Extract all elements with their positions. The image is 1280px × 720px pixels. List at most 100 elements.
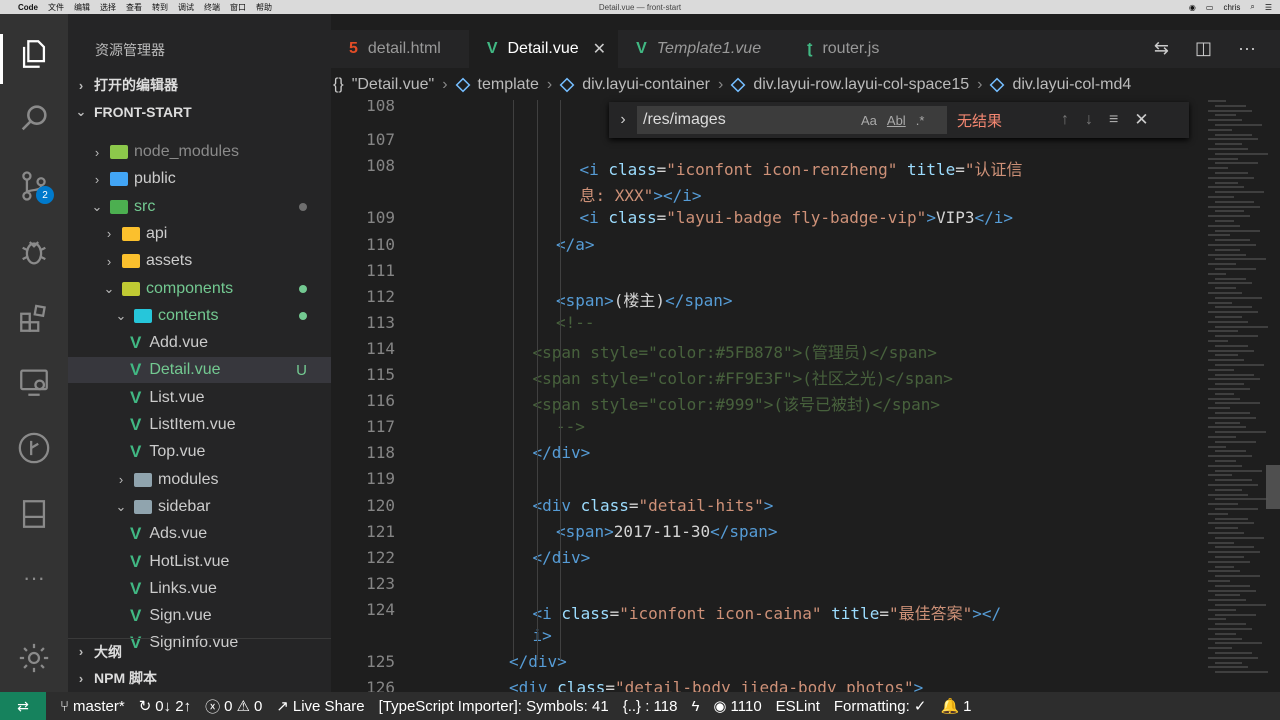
file-item[interactable]: V Add.vue xyxy=(68,330,331,356)
code-line[interactable]: <div class="detail-hits"> xyxy=(533,496,774,515)
source-control-icon[interactable]: 2 xyxy=(14,166,54,206)
git-branch[interactable]: ⑂ master* xyxy=(60,698,125,715)
code-line[interactable]: <!-- xyxy=(556,313,595,332)
menu-user[interactable]: chris xyxy=(1223,3,1240,12)
menu-item[interactable]: 调试 xyxy=(178,2,194,13)
code-editor[interactable]: 108 107 108 <i class="iconfont icon-renzhen… xyxy=(331,100,1280,692)
menu-item[interactable]: 编辑 xyxy=(74,2,90,13)
code-line[interactable]: <i class="iconfont icon-caina" title="最佳… xyxy=(533,600,1002,624)
eslint-status[interactable]: ESLint xyxy=(776,698,820,715)
open-changes-icon[interactable]: ⇆ xyxy=(1154,38,1169,59)
remote-explorer-icon[interactable] xyxy=(14,362,54,402)
remote-indicator-icon[interactable]: ⇄ xyxy=(0,692,46,720)
problems-status[interactable]: ⓧ 0 ⚠ 0 xyxy=(205,696,262,717)
file-item[interactable]: V Sign.vue xyxy=(68,603,331,629)
next-match-icon[interactable]: ↓ xyxy=(1085,111,1093,129)
file-item[interactable]: V Ads.vue xyxy=(68,521,331,547)
symbols-count[interactable]: {..} : 118 xyxy=(623,698,678,715)
tab-router-js[interactable]: ʈ router.js xyxy=(789,30,907,68)
file-item[interactable]: V List.vue xyxy=(68,385,331,411)
menu-item[interactable]: 查看 xyxy=(126,2,142,13)
folder-item[interactable]: › api xyxy=(68,221,331,247)
code-line[interactable]: <i class="iconfont icon-renzheng" title=… xyxy=(580,156,1023,180)
sync-status[interactable]: ↻ 0↓ 2↑ xyxy=(139,697,191,716)
folder-item[interactable]: › node_modules xyxy=(68,139,331,165)
menu-app-name[interactable]: Code xyxy=(18,3,38,12)
bookmark-icon[interactable] xyxy=(14,494,54,534)
folder-item[interactable]: ⌄ src xyxy=(68,194,331,220)
battery-icon[interactable]: ▭ xyxy=(1206,3,1214,12)
code-line[interactable]: <span style="color:#5FB878">(管理员)</span> xyxy=(533,339,937,363)
ts-importer-status[interactable]: [TypeScript Importer]: Symbols: 41 xyxy=(379,698,609,715)
toggle-replace-icon[interactable]: › xyxy=(609,111,637,129)
folder-item[interactable]: › modules xyxy=(68,467,331,493)
folder-item[interactable]: ⌄ contents xyxy=(68,303,331,329)
search-icon[interactable] xyxy=(14,98,54,138)
folder-item[interactable]: › assets xyxy=(68,248,331,274)
code-line[interactable]: </div> xyxy=(533,443,591,462)
code-line[interactable]: 息: XXX"></i> xyxy=(580,182,702,206)
breadcrumb-item[interactable]: div.layui-row.layui-col-space15 xyxy=(753,76,969,94)
breadcrumb-item[interactable]: template xyxy=(478,76,539,94)
file-item[interactable]: V ListItem.vue xyxy=(68,412,331,438)
wifi-icon[interactable]: ◉ xyxy=(1189,3,1196,12)
close-icon[interactable]: ✕ xyxy=(1134,110,1148,130)
code-line[interactable]: i> xyxy=(533,626,552,645)
tab-detail-html[interactable]: 5 detail.html xyxy=(331,30,469,68)
tab-template1-vue[interactable]: V Template1.vue xyxy=(618,30,789,68)
file-item[interactable]: V HotList.vue xyxy=(68,549,331,575)
npm-scripts-section[interactable]: › NPM 脚本 xyxy=(68,665,331,691)
file-item[interactable]: V Detail.vue U xyxy=(68,357,331,384)
code-line[interactable]: <span style="color:#999">(该号已被封)</span> xyxy=(533,391,941,415)
code-line[interactable]: </div> xyxy=(509,652,567,671)
spotlight-icon[interactable]: ⌕ xyxy=(1250,2,1254,12)
lightning-icon[interactable]: ϟ xyxy=(691,698,699,715)
menu-item[interactable]: 窗口 xyxy=(230,2,246,13)
previous-match-icon[interactable]: ↑ xyxy=(1061,111,1069,129)
view-count[interactable]: ◉ 1110 xyxy=(713,697,761,716)
menu-list-icon[interactable]: ☰ xyxy=(1265,3,1272,12)
minimap[interactable] xyxy=(1208,100,1270,692)
find-in-selection-icon[interactable]: ≡ xyxy=(1109,111,1118,129)
breadcrumb-item[interactable]: div.layui-col-md4 xyxy=(1012,76,1131,94)
formatting-status[interactable]: Formatting: ✓ xyxy=(834,697,927,715)
code-line[interactable]: </div> xyxy=(533,548,591,567)
menu-item[interactable]: 选择 xyxy=(100,2,116,13)
notifications[interactable]: 🔔 1 xyxy=(940,697,971,716)
split-editor-icon[interactable]: ◫ xyxy=(1195,38,1212,59)
breadcrumb-file[interactable]: "Detail.vue" xyxy=(352,76,435,94)
file-item[interactable]: V Top.vue xyxy=(68,439,331,465)
tab-detail-vue[interactable]: V Detail.vue ✕ xyxy=(468,30,619,68)
open-editors-section[interactable]: › 打开的编辑器 xyxy=(68,72,331,98)
code-line[interactable]: <div class="detail-body jieda-body photo… xyxy=(509,678,923,692)
folder-item[interactable]: › public xyxy=(68,166,331,192)
git-graph-icon[interactable] xyxy=(14,428,54,468)
more-icon[interactable]: ··· xyxy=(14,558,54,598)
menu-item[interactable]: 帮助 xyxy=(256,2,272,13)
match-case-button[interactable]: Aa xyxy=(861,113,877,128)
code-line[interactable]: </a> xyxy=(556,235,595,254)
more-actions-icon[interactable]: ··· xyxy=(1238,38,1256,59)
find-input[interactable]: /res/images xyxy=(637,106,857,134)
menu-item[interactable]: 转到 xyxy=(152,2,168,13)
file-item[interactable]: V Links.vue xyxy=(68,576,331,602)
live-share-button[interactable]: ↗ Live Share xyxy=(276,697,364,716)
files-icon[interactable] xyxy=(14,34,54,74)
match-word-button[interactable]: Abl xyxy=(887,113,906,128)
breadcrumb-item[interactable]: div.layui-container xyxy=(582,76,710,94)
regex-button[interactable]: .* xyxy=(916,113,925,128)
code-line[interactable]: <span>(楼主)</span> xyxy=(556,287,733,311)
close-icon[interactable]: ✕ xyxy=(593,39,606,59)
settings-gear-icon[interactable] xyxy=(14,638,54,678)
debug-icon[interactable] xyxy=(14,232,54,272)
code-line[interactable]: <span style="color:#FF9E3F">(社区之光)</span… xyxy=(533,365,953,389)
code-line[interactable]: <i class="layui-badge fly-badge-vip">VIP… xyxy=(580,208,1014,227)
outline-section[interactable]: › 大纲 xyxy=(68,638,331,664)
folder-item[interactable]: ⌄ components xyxy=(68,276,331,302)
menu-item[interactable]: 文件 xyxy=(48,2,64,13)
folder-item[interactable]: ⌄ sidebar xyxy=(68,494,331,520)
project-root[interactable]: ⌄ FRONT-START xyxy=(68,99,331,125)
extensions-icon[interactable] xyxy=(14,298,54,338)
code-line[interactable]: <span>2017-11-30</span> xyxy=(556,522,778,541)
menu-item[interactable]: 终端 xyxy=(204,2,220,13)
